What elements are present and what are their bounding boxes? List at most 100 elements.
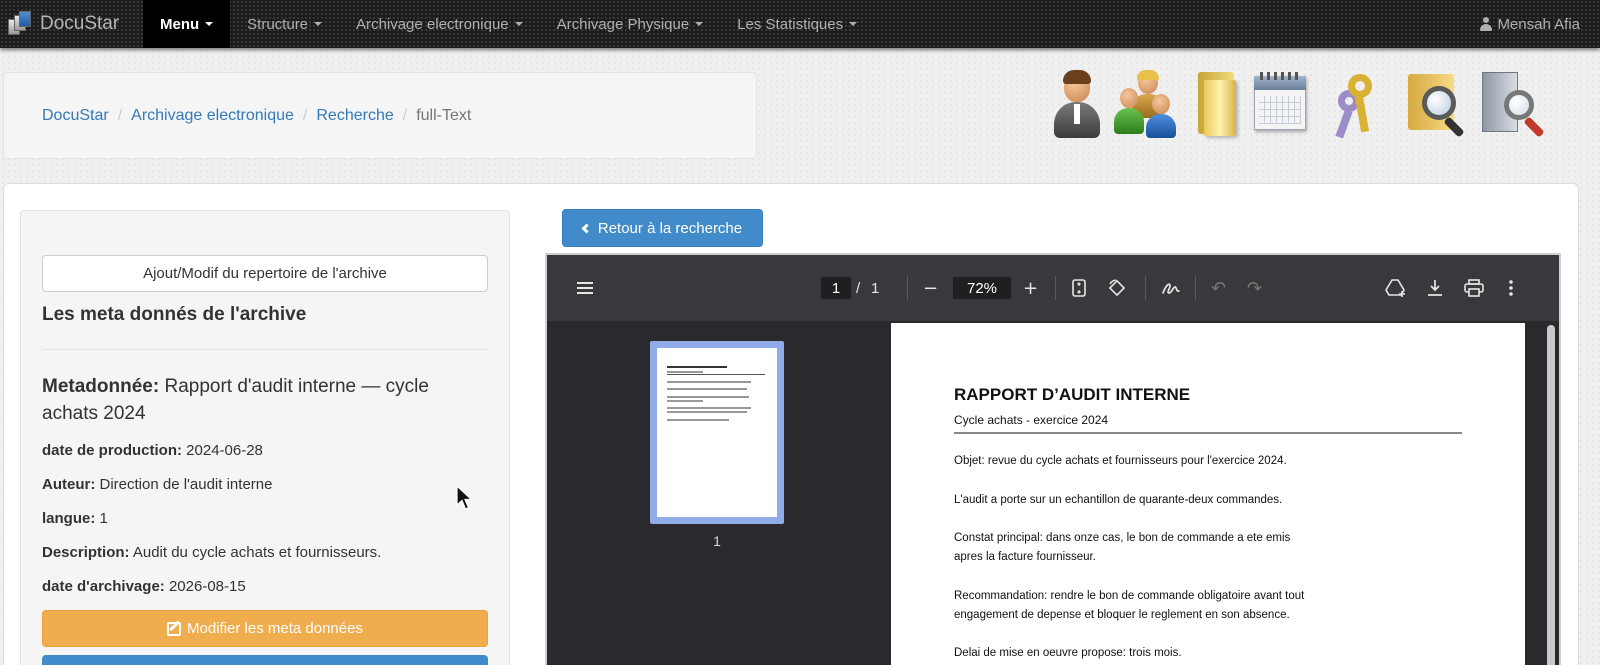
chevron-left-icon (581, 223, 592, 233)
nav-archivage-physique[interactable]: Archivage Physique (540, 0, 721, 48)
field-label: date d'archivage: (42, 578, 165, 595)
shortcut-icons (1048, 70, 1548, 140)
page-thumbnail[interactable] (650, 341, 784, 524)
field-value: 2024-06-28 (186, 442, 263, 459)
document-search-icon[interactable] (1478, 70, 1545, 140)
calendar-icon[interactable] (1248, 70, 1310, 140)
thumbnail-text-line (667, 396, 749, 398)
document-scrollbar[interactable] (1547, 325, 1555, 665)
draw-icon (1162, 283, 1180, 294)
minus-icon: − (923, 277, 939, 299)
more-vertical-icon (1509, 280, 1513, 296)
document-area: RAPPORT D’AUDIT INTERNE Cycle achats - e… (887, 321, 1559, 665)
keys-icon[interactable] (1335, 70, 1398, 140)
secondary-action-button[interactable] (42, 655, 488, 665)
pdf-viewer: 1 / 1 − 72% + ↶ ↷ 1 RAPPORT D’AUDIT INTE… (545, 253, 1561, 665)
page-total: 1 (871, 255, 879, 321)
nav-statistiques[interactable]: Les Statistiques (720, 0, 874, 48)
field-label: Auteur: (42, 476, 96, 493)
undo-icon: ↶ (1211, 277, 1227, 299)
top-navbar: DocuStar Menu Structure Archivage electr… (0, 0, 1600, 48)
document-text-line: Objet: revue du cycle achats et fourniss… (954, 455, 1287, 467)
undo-button[interactable]: ↶ (1211, 255, 1226, 321)
edit-metadata-label: Modifier les meta données (187, 620, 363, 637)
zoom-level[interactable]: 72% (953, 255, 1011, 321)
more-options-button[interactable] (1508, 255, 1514, 321)
thumbnail-text-line (667, 371, 703, 373)
thumbnail-text-line (667, 411, 747, 413)
download-icon (1428, 280, 1442, 296)
thumbnail-text-line (667, 374, 765, 375)
brand-name: DocuStar (40, 13, 120, 34)
field-value: 1 (99, 510, 108, 527)
breadcrumb-archivage-electronique[interactable]: Archivage electronique (131, 107, 294, 125)
zoom-out-button[interactable]: − (923, 255, 938, 321)
nav-statistiques-label: Les Statistiques (737, 15, 844, 33)
edit-icon (167, 621, 182, 636)
redo-button[interactable]: ↷ (1247, 255, 1262, 321)
metadata-section-title: Les meta donnés de l'archive (42, 304, 307, 325)
print-icon (1464, 279, 1484, 297)
field-date-archivage: date d'archivage: 2026-08-15 (42, 578, 246, 595)
field-langue: langue: 1 (42, 510, 108, 527)
document-rule (954, 432, 1462, 434)
folder-search-icon[interactable] (1404, 70, 1466, 140)
page-separator: / (856, 255, 860, 321)
page-current: 1 (821, 277, 851, 299)
edit-repository-button[interactable]: Ajout/Modif du repertoire de l'archive (42, 255, 488, 292)
back-to-search-button[interactable]: Retour à la recherche (562, 209, 763, 247)
edit-metadata-button[interactable]: Modifier les meta données (42, 610, 488, 647)
nav-menu[interactable]: Menu (143, 0, 231, 48)
drive-add-icon (1385, 279, 1405, 297)
breadcrumb-recherche[interactable]: Recherche (316, 107, 393, 125)
toolbar-separator (1195, 276, 1196, 300)
fit-page-icon (1072, 279, 1086, 297)
breadcrumb-separator: / (402, 106, 408, 124)
thumbnail-sidebar: 1 (547, 321, 887, 665)
user-icon (1480, 17, 1493, 31)
breadcrumb-current: full-Text (416, 106, 472, 124)
document-text-line: Constat principal: dans onze cas, le bon… (954, 532, 1291, 544)
nav-archivage-physique-label: Archivage Physique (556, 15, 690, 33)
sidebar-toggle-button[interactable] (577, 255, 593, 321)
breadcrumb-separator: / (117, 106, 123, 124)
nav-structure[interactable]: Structure (230, 0, 339, 48)
field-description: Description: Audit du cycle achats et fo… (42, 544, 381, 561)
field-date-production: date de production: 2024-06-28 (42, 442, 263, 459)
fit-page-button[interactable] (1072, 255, 1086, 321)
user-name: Mensah Afia (1497, 15, 1580, 33)
save-to-drive-button[interactable] (1385, 255, 1407, 321)
redo-icon: ↷ (1247, 277, 1263, 299)
document-subtitle: Cycle achats - exercice 2024 (954, 413, 1109, 427)
user-menu[interactable]: Mensah Afia (1480, 0, 1600, 48)
rotate-button[interactable] (1107, 255, 1127, 321)
thumbnail-text-line (667, 419, 729, 421)
caret-down-icon (849, 22, 858, 26)
field-label: date de production: (42, 442, 182, 459)
thumbnail-page (657, 348, 777, 517)
print-button[interactable] (1464, 255, 1484, 321)
thumbnail-text-line (667, 400, 703, 402)
breadcrumb: DocuStar / Archivage electronique / Rech… (3, 72, 757, 159)
annotate-button[interactable] (1161, 255, 1181, 321)
document-text-line: Recommandation: rendre le bon de command… (954, 590, 1305, 602)
breadcrumb-separator: / (302, 106, 308, 124)
download-button[interactable] (1427, 255, 1443, 321)
document-page: RAPPORT D’AUDIT INTERNE Cycle achats - e… (891, 323, 1525, 665)
group-icon[interactable] (1114, 70, 1176, 140)
page-separator-text: / (856, 279, 861, 297)
folder-icon[interactable] (1186, 70, 1248, 140)
user-icon[interactable] (1048, 70, 1110, 140)
zoom-in-button[interactable]: + (1023, 255, 1038, 321)
page-number-input[interactable]: 1 (821, 255, 851, 321)
pdf-toolbar: 1 / 1 − 72% + ↶ ↷ (547, 255, 1559, 321)
document-text-line: apres la facture fournisseur. (954, 551, 1096, 563)
thumbnail-text-line (667, 366, 727, 368)
nav-archivage-electronique[interactable]: Archivage electronique (339, 0, 540, 48)
toolbar-separator (1055, 276, 1056, 300)
breadcrumb-docustar[interactable]: DocuStar (42, 107, 109, 125)
document-text-line: L'audit a porte sur un echantillon de qu… (954, 494, 1283, 506)
rotate-icon (1108, 279, 1126, 297)
brand[interactable]: DocuStar (0, 0, 143, 48)
